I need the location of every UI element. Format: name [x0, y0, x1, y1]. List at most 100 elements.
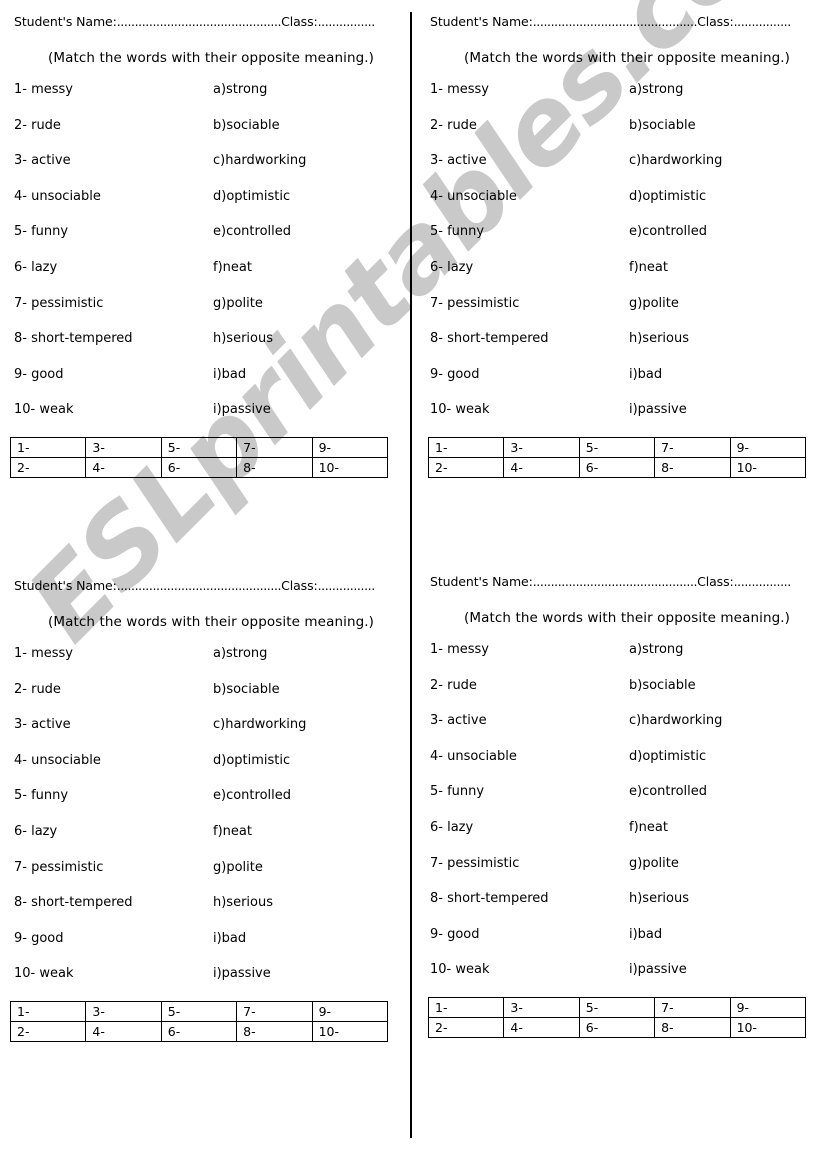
answer-cell[interactable]: 7-	[654, 437, 731, 458]
answer-cell[interactable]: 5-	[578, 437, 656, 458]
option-item: d)optimistic	[629, 188, 707, 204]
option-item: g)polite	[629, 855, 679, 871]
answer-cell[interactable]: 7-	[236, 1001, 313, 1022]
match-row: 8- short-tempered h)serious	[0, 895, 410, 931]
option-item: d)optimistic	[213, 752, 291, 768]
option-item: b)sociable	[213, 117, 280, 133]
answer-cell[interactable]: 3-	[85, 437, 162, 458]
answer-cell[interactable]: 6-	[160, 457, 238, 478]
answer-cell[interactable]: 6-	[578, 457, 656, 478]
instruction-text: (Match the words with their opposite mea…	[464, 50, 791, 66]
option-item: g)polite	[629, 295, 679, 311]
answer-cell[interactable]: 1-	[9, 1001, 87, 1022]
option-item: b)sociable	[629, 677, 696, 693]
option-item: d)optimistic	[629, 748, 707, 764]
option-item: b)sociable	[213, 681, 280, 697]
word-item: 4- unsociable	[14, 188, 101, 204]
answer-cell[interactable]: 2-	[9, 457, 87, 478]
answer-cell[interactable]: 9-	[729, 997, 807, 1018]
word-item: 2- rude	[430, 677, 477, 693]
student-name-line: Student's Name:.........................…	[430, 14, 791, 29]
instruction-text: (Match the words with their opposite mea…	[48, 614, 375, 630]
class-dots: ................	[733, 14, 792, 29]
word-item: 9- good	[14, 366, 64, 382]
match-row: 5- funny e)controlled	[0, 788, 410, 824]
match-row: 1- messy a)strong	[0, 82, 410, 118]
matching-list: 1- messy a)strong 2- rude b)sociable 3- ac…	[416, 82, 826, 438]
answer-cell[interactable]: 10-	[311, 1021, 389, 1042]
worksheet-page: Student's Name:.........................…	[0, 0, 826, 1169]
answer-cell[interactable]: 5-	[160, 1001, 238, 1022]
answer-cell[interactable]: 8-	[236, 457, 313, 478]
option-item: f)neat	[213, 823, 252, 839]
answer-cell[interactable]: 4-	[503, 1017, 580, 1038]
option-item: g)polite	[213, 859, 263, 875]
student-name-label: Student's Name:	[430, 574, 533, 589]
match-row: 3- active c)hardworking	[416, 153, 826, 189]
answer-cell[interactable]: 3-	[85, 1001, 162, 1022]
answer-cell[interactable]: 4-	[85, 457, 162, 478]
word-item: 7- pessimistic	[14, 295, 104, 311]
answer-cell[interactable]: 7-	[654, 997, 731, 1018]
option-item: f)neat	[629, 819, 668, 835]
answer-cell[interactable]: 2-	[427, 457, 505, 478]
word-item: 6- lazy	[430, 259, 474, 275]
matching-list: 1- messy a)strong 2- rude b)sociable 3- ac…	[0, 646, 410, 1002]
answer-cell[interactable]: 2-	[9, 1021, 87, 1042]
option-item: i)bad	[629, 366, 663, 382]
option-item: e)controlled	[629, 784, 707, 800]
word-item: 8- short-tempered	[14, 895, 133, 911]
option-item: f)neat	[629, 259, 668, 275]
match-row: 9- good i)bad	[416, 367, 826, 403]
answer-cell[interactable]: 6-	[578, 1017, 656, 1038]
vertical-divider	[410, 12, 412, 1138]
answer-cell[interactable]: 3-	[503, 437, 580, 458]
answer-cell[interactable]: 10-	[729, 1017, 807, 1038]
word-item: 9- good	[14, 930, 64, 946]
answer-cell[interactable]: 1-	[9, 437, 87, 458]
match-row: 9- good i)bad	[416, 927, 826, 963]
answer-cell[interactable]: 4-	[85, 1021, 162, 1042]
answer-cell[interactable]: 2-	[427, 1017, 505, 1038]
match-row: 4- unsociable d)optimistic	[416, 749, 826, 785]
match-row: 4- unsociable d)optimistic	[0, 753, 410, 789]
option-item: i)passive	[629, 962, 687, 978]
word-item: 3- active	[14, 153, 71, 169]
matching-list: 1- messy a)strong 2- rude b)sociable 3- ac…	[416, 642, 826, 998]
answer-cell[interactable]: 5-	[578, 997, 656, 1018]
answer-cell[interactable]: 1-	[427, 997, 505, 1018]
match-row: 8- short-tempered h)serious	[416, 891, 826, 927]
word-item: 7- pessimistic	[430, 855, 520, 871]
answer-cell[interactable]: 10-	[729, 457, 807, 478]
match-row: 6- lazy f)neat	[0, 824, 410, 860]
answer-cell[interactable]: 5-	[160, 437, 238, 458]
answer-cell[interactable]: 8-	[236, 1021, 313, 1042]
answer-row: 1- 3- 5- 7- 9-	[427, 997, 807, 1018]
match-row: 7- pessimistic g)polite	[0, 860, 410, 896]
student-name-line: Student's Name:.........................…	[430, 574, 791, 589]
answer-cell[interactable]: 9-	[311, 437, 389, 458]
answer-cell[interactable]: 8-	[654, 457, 731, 478]
match-row: 8- short-tempered h)serious	[0, 331, 410, 367]
option-item: e)controlled	[213, 224, 291, 240]
word-item: 10- weak	[14, 966, 74, 982]
answer-cell[interactable]: 7-	[236, 437, 313, 458]
answer-cell[interactable]: 1-	[427, 437, 505, 458]
answer-cell[interactable]: 4-	[503, 457, 580, 478]
answer-cell[interactable]: 9-	[729, 437, 807, 458]
answer-cell[interactable]: 3-	[503, 997, 580, 1018]
match-row: 1- messy a)strong	[416, 642, 826, 678]
answer-cell[interactable]: 6-	[160, 1021, 238, 1042]
match-row: 7- pessimistic g)polite	[416, 856, 826, 892]
word-item: 9- good	[430, 926, 480, 942]
answer-row: 1- 3- 5- 7- 9-	[427, 437, 807, 458]
answer-cell[interactable]: 8-	[654, 1017, 731, 1038]
answer-cell[interactable]: 10-	[311, 457, 389, 478]
match-row: 4- unsociable d)optimistic	[416, 189, 826, 225]
option-item: i)passive	[213, 402, 271, 418]
match-row: 4- unsociable d)optimistic	[0, 189, 410, 225]
answer-cell[interactable]: 9-	[311, 1001, 389, 1022]
student-name-line: Student's Name:.........................…	[14, 14, 375, 29]
option-item: i)passive	[629, 402, 687, 418]
student-name-line: Student's Name:.........................…	[14, 578, 375, 593]
